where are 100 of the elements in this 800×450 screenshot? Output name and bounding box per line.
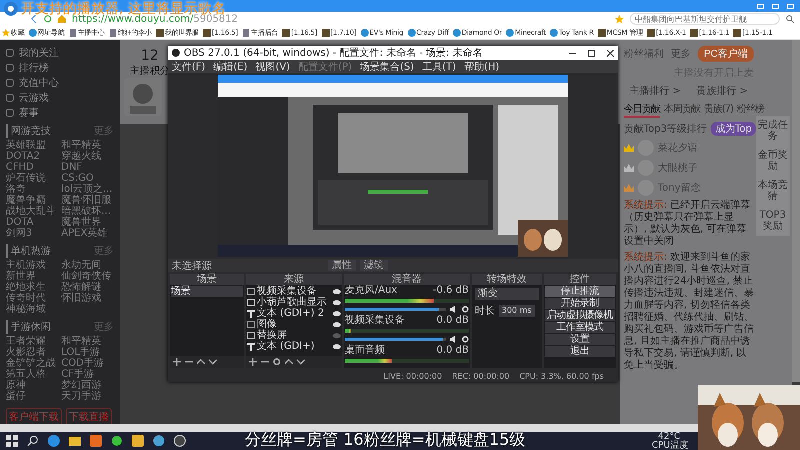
category-link[interactable]: 天刀手游	[62, 391, 114, 402]
rank-link[interactable]: 贵族排行 >	[696, 84, 748, 98]
chat-icon[interactable]	[111, 435, 123, 447]
control-button[interactable]: 停止推流	[545, 286, 615, 297]
float-card-text[interactable]: 本场竞猜	[758, 180, 788, 202]
category-link[interactable]: DOTA	[6, 217, 58, 228]
category-link[interactable]: 魔兽争霸	[6, 195, 58, 206]
rank-tab[interactable]: 本周贡献	[664, 102, 700, 118]
category-link[interactable]: 恐怖解谜	[62, 282, 114, 293]
category-link[interactable]: 原神	[6, 380, 58, 391]
menu-item[interactable]: 工具(T)	[422, 60, 456, 74]
source-item[interactable]: 替换屏	[247, 330, 341, 341]
category-link[interactable]: 蛋仔	[6, 391, 58, 402]
category-link[interactable]: CFHD	[6, 162, 58, 173]
eye-icon[interactable]	[333, 310, 341, 316]
category-link[interactable]: 仙剑奇侠传	[62, 271, 114, 282]
search-field[interactable]: 中船集团向巴基斯坦交付护卫舰	[630, 13, 780, 25]
category-link[interactable]: LOL手游	[62, 347, 114, 358]
source-item[interactable]: 文本 (GDI+)	[247, 341, 341, 352]
category-link[interactable]: 怀旧游戏	[62, 293, 114, 304]
category-link[interactable]: 王者荣耀	[6, 336, 58, 347]
category-link[interactable]: 新世界	[6, 271, 58, 282]
category-link[interactable]: DOTA2	[6, 151, 58, 162]
rank-link[interactable]: 主播排行 >	[630, 84, 682, 98]
control-button[interactable]: 启动虚拟摄像机	[545, 310, 615, 321]
close-icon[interactable]	[607, 50, 614, 56]
category-link[interactable]: 第五人格	[6, 369, 58, 380]
category-link[interactable]: APEX英雄	[62, 228, 114, 239]
rank-tab[interactable]: 贵族(7)	[704, 102, 734, 118]
down-icon[interactable]	[209, 358, 217, 366]
folder-icon[interactable]	[69, 435, 81, 447]
source-tool-button[interactable]: 滤镜	[360, 260, 388, 271]
source-item[interactable]: 视频采集设备	[247, 286, 341, 297]
windows-icon[interactable]	[6, 435, 18, 447]
category-link[interactable]: 永劫无间	[62, 260, 114, 271]
add-icon[interactable]	[249, 358, 257, 366]
sidebar-item[interactable]: 赛事	[6, 106, 114, 119]
category-link[interactable]: 金铲铲之战	[6, 358, 58, 369]
search-icon[interactable]	[27, 435, 39, 447]
speaker-icon[interactable]	[450, 306, 458, 313]
transition-select[interactable]: 渐变	[475, 288, 539, 300]
maximize-icon[interactable]	[588, 50, 595, 56]
category-link[interactable]: 和平精英	[62, 140, 114, 151]
category-link[interactable]: lol云顶之...	[62, 184, 114, 195]
float-card-text[interactable]: TOP3奖励	[758, 210, 788, 232]
control-button[interactable]: 退出	[545, 346, 615, 357]
client-button[interactable]: PC客户端	[698, 46, 754, 62]
menu-item[interactable]: 场景集合(S)	[360, 60, 414, 74]
category-link[interactable]: 和平精英	[62, 336, 114, 347]
control-button[interactable]: 工作室模式	[545, 322, 615, 333]
category-link[interactable]: 战地大乱斗	[6, 206, 58, 217]
star-icon[interactable]	[615, 14, 624, 24]
action-link[interactable]: 更多	[671, 47, 692, 61]
down-icon[interactable]	[297, 358, 305, 366]
category-link[interactable]: COD手游	[62, 358, 114, 369]
sidebar-item[interactable]: 排行榜	[6, 61, 114, 74]
speaker-icon[interactable]	[450, 336, 458, 343]
scene-item[interactable]: 场景	[171, 286, 243, 297]
category-link[interactable]: 绝地求生	[6, 282, 58, 293]
settings-icon[interactable]	[273, 358, 281, 366]
category-link[interactable]: 梦幻西游	[62, 380, 114, 391]
float-card-text[interactable]: 完成任务	[758, 120, 788, 142]
action-link[interactable]: 粉丝福利	[624, 47, 664, 61]
browser-icon[interactable]	[48, 435, 60, 447]
up-icon[interactable]	[285, 358, 293, 366]
menu-item[interactable]: 文件(F)	[172, 60, 206, 74]
sidebar-item[interactable]: 我的关注	[6, 46, 114, 59]
category-link[interactable]: 火影忍者	[6, 347, 58, 358]
duration-field[interactable]: 300 ms	[499, 305, 535, 317]
category-link[interactable]: 穿越火线	[62, 151, 114, 162]
sidebar-item[interactable]: 云游戏	[6, 91, 114, 104]
globe-icon[interactable]	[153, 435, 165, 447]
source-item[interactable]: 文本 (GDI+) 2	[247, 308, 341, 319]
refresh-icon[interactable]	[44, 15, 52, 23]
menu-item[interactable]: 编辑(E)	[214, 60, 248, 74]
category-link[interactable]: 洛奇	[6, 184, 58, 195]
category-link[interactable]: CF手游	[62, 369, 114, 380]
source-item[interactable]: 小葫芦歌曲显示	[247, 297, 341, 308]
search-icon[interactable]	[786, 15, 794, 23]
category-link[interactable]: 传奇时代	[6, 293, 58, 304]
category-link[interactable]: DNF	[62, 162, 114, 173]
category-link[interactable]: 魔兽怀旧服	[62, 195, 114, 206]
rank-badge[interactable]: 成为Top	[711, 122, 756, 136]
category-link[interactable]: 剑网3	[6, 228, 58, 239]
sidebar-item[interactable]: 充值中心	[6, 76, 114, 89]
rank-tab[interactable]: 今日贡献	[624, 102, 660, 118]
eye-icon[interactable]	[333, 344, 341, 350]
add-icon[interactable]	[173, 358, 181, 366]
eye-icon[interactable]	[333, 300, 341, 306]
menu-item[interactable]: 帮助(H)	[464, 60, 500, 74]
scrollbar[interactable]	[792, 40, 800, 382]
source-tool-button[interactable]: 属性	[328, 260, 356, 271]
eye-icon[interactable]	[333, 322, 341, 328]
control-button[interactable]: 设置	[545, 334, 615, 345]
back-icon[interactable]	[30, 15, 38, 23]
rank-tab[interactable]: 粉丝榜	[737, 102, 764, 118]
category-link[interactable]: 神秘海域	[6, 304, 58, 315]
menu-item[interactable]: 视图(V)	[256, 60, 290, 74]
up-icon[interactable]	[197, 358, 205, 366]
address-bar[interactable]: https://www.douyu.com/5905812	[72, 14, 609, 24]
